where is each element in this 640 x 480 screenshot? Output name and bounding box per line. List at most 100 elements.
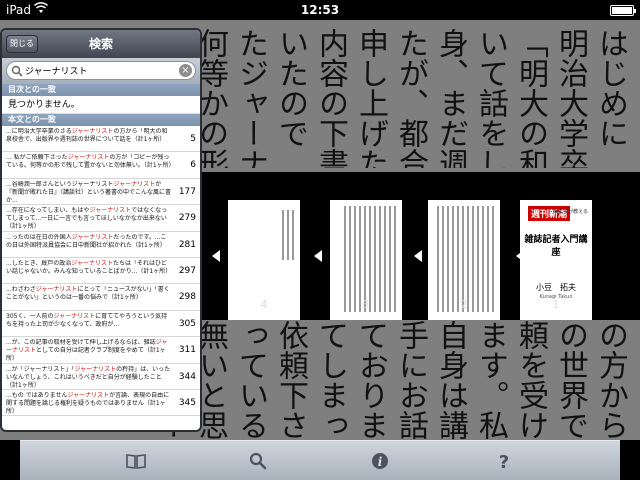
page-text-column: 身、まだ週刊 — [433, 28, 468, 168]
result-page-number: 281 — [178, 239, 196, 250]
thumbnail-text-line — [467, 206, 469, 312]
chevron-left-icon — [414, 250, 422, 262]
snippet-text: ...したとき、厩戸の政治 — [6, 259, 72, 267]
search-result-row[interactable]: ...ったのは在日の外国人ジャーナリストだったのです。...この日は外国特派員協… — [2, 232, 200, 258]
page-text-column: たジャーナリ — [233, 28, 268, 168]
search-result-row[interactable]: 305く、一人前のジャーナリストに育ててやろうという気持ちを持った上司が少なくな… — [2, 311, 200, 338]
page-text-column: ております — [353, 320, 388, 440]
clear-icon[interactable]: × — [179, 64, 192, 77]
search-result-row[interactable]: ...に明治大学卒業のさるジャーナリストの方から「明大の和泉校舎で、出版界や週刊… — [2, 126, 200, 153]
result-page-number: 177 — [178, 186, 196, 197]
thumbnail-text-line — [452, 206, 454, 312]
thumbnail-text-line — [287, 210, 289, 260]
thumbnail-text-line — [477, 206, 479, 312]
result-page-number: 345 — [178, 397, 196, 408]
page-text-column: いて話をして — [473, 28, 508, 168]
help-button[interactable]: ? — [492, 449, 516, 473]
search-button[interactable] — [246, 449, 270, 473]
page-text-column: 明治大学卒 — [553, 28, 588, 168]
search-field[interactable]: × — [6, 61, 196, 80]
thumbnail-text-line — [282, 210, 284, 260]
cover-author: 小豆 拓夫 — [536, 283, 576, 292]
thumbnail-text-line — [359, 206, 361, 312]
search-result-row[interactable]: ...谷崎潤一郎さんというジャーナリストジャーナリストが『新聞が敗れた日』（講談… — [2, 179, 200, 206]
snippet-text: ...谷崎潤一郎さんというジャーナリスト — [6, 180, 114, 188]
snippet-highlight: ジャーナリスト — [53, 312, 96, 320]
page-text-column: いたので — [273, 28, 308, 148]
search-icon — [11, 65, 23, 77]
table-of-contents-button[interactable] — [124, 449, 148, 473]
thumbnail-text-line — [487, 206, 489, 312]
search-result-row[interactable]: ...もの ではありませんジャーナリストが言論、表現の自由に関する問題を論じる権… — [2, 390, 200, 417]
page-text-column: 申し上げた様 — [353, 28, 388, 168]
thumbnail-text-line — [374, 206, 376, 312]
result-snippet: 305く、一人前のジャーナリストに育ててやろうという気持ちを持った上司が少なくな… — [6, 313, 172, 336]
search-bar: × — [2, 58, 200, 84]
result-snippet: ...存在になってしまい、もはやジャーナリストではなくなってしまって...一日に… — [6, 207, 172, 230]
thumbnail-text-line — [384, 206, 386, 312]
result-snippet: ...が、この記事の取材を受けて伸し上げるならば、雑誌ジャーナリストとしての自分… — [6, 339, 172, 362]
info-icon: i — [372, 453, 388, 469]
search-input[interactable] — [25, 62, 175, 79]
snippet-highlight: ジャーナリスト — [71, 259, 114, 267]
search-result-row[interactable]: ... 私がご依頼下さったジャーナリストの方が「コピーが残っている。何等かの形で… — [2, 152, 200, 179]
snippet-text: ...に明治大学卒業のさる — [6, 128, 72, 135]
result-page-number: 297 — [178, 265, 196, 276]
snippet-highlight: ジャーナリスト — [71, 233, 114, 241]
thumbnail-text-line — [437, 206, 439, 312]
clock: 12:53 — [300, 3, 340, 17]
result-page-number: 6 — [190, 160, 196, 171]
thumbnail-text-line — [389, 206, 391, 312]
snippet-highlight: ジャーナリスト — [113, 180, 156, 188]
thumbnail-number: 3 — [362, 298, 370, 311]
snippet-highlight: ジャーナリスト — [67, 154, 110, 162]
toc-match-header: 目次との一致 — [2, 84, 200, 96]
page-text-column: 手にお話を — [393, 320, 428, 440]
page-text-column: ます。私自 — [473, 320, 508, 440]
bottom-toolbar: i ? — [20, 440, 620, 480]
thumbnail-text-line — [344, 206, 346, 312]
search-result-row[interactable]: ...存在になってしまい、もはやジャーナリストではなくなってしまって...一日に… — [2, 205, 200, 232]
thumbnail-text-line — [364, 206, 366, 312]
snippet-highlight: ジャーナリスト — [89, 207, 132, 215]
result-page-number: 344 — [178, 371, 196, 382]
snippet-text: ...が「ジャーナリスト」「 — [6, 365, 75, 373]
result-snippet: ...が「ジャーナリスト」「ジャーナリストの矜持」は、いったいなんでしょう、これ… — [6, 366, 172, 389]
search-result-row[interactable]: ...したとき、厩戸の政治ジャーナリストたちは「それはひどい話じゃないか。みんな… — [2, 258, 200, 285]
popover-header: 閉じる 検索 — [2, 30, 200, 58]
page-text-column: 「明大の和泉校 — [513, 28, 548, 168]
thumbnail-text-line — [457, 206, 459, 312]
snippet-highlight: ジャーナリスト — [74, 365, 117, 373]
thumbnail-text-line — [394, 206, 396, 312]
info-button[interactable]: i — [368, 449, 392, 473]
svg-text:i: i — [378, 455, 383, 469]
result-page-number: 298 — [178, 292, 196, 303]
snippet-text: ...ったのは在日の外国人 — [6, 233, 72, 241]
page-text-column: てしまって — [313, 320, 348, 440]
chevron-left-icon — [314, 250, 322, 262]
search-result-row[interactable]: ...わざわざジャーナリストにとって「ニュースがない」「書くことがない」というの… — [2, 284, 200, 311]
result-page-number: 305 — [178, 318, 196, 329]
search-result-row[interactable]: ...が「ジャーナリスト」「ジャーナリストの矜持」は、いったいなんでしょう、これ… — [2, 364, 200, 390]
thumbnail-text-line — [379, 206, 381, 312]
cover-subtitle: 編集長が教える — [553, 209, 588, 215]
thumbnail-text-line — [369, 206, 371, 312]
thumbnail-text-line — [349, 206, 351, 312]
snippet-text: ...もの ではありません — [6, 391, 68, 399]
page-text-column: の世界で — [553, 320, 588, 440]
snippet-highlight: ジャーナリスト — [67, 391, 110, 399]
page-text-column: っている。 — [233, 320, 268, 440]
snippet-text: ...存在になってしまい、もはや — [6, 207, 90, 215]
result-page-number: 279 — [178, 213, 196, 224]
result-snippet: ...したとき、厩戸の政治ジャーナリストたちは「それはひどい話じゃないか。みんな… — [6, 260, 172, 283]
status-bar: iPad 12:53 — [0, 0, 640, 20]
book-icon — [126, 454, 146, 469]
snippet-text: ... 私がご依頼下さった — [6, 154, 68, 162]
search-result-row[interactable]: ...が、この記事の取材を受けて伸し上げるならば、雑誌ジャーナリストとしての自分… — [2, 337, 200, 364]
result-snippet: ...谷崎潤一郎さんというジャーナリストジャーナリストが『新聞が敗れた日』（講談… — [6, 181, 172, 204]
body-match-header: 本文との一致 — [2, 114, 200, 126]
cover-title: 雑誌記者入門講座 — [524, 235, 588, 258]
battery-icon — [610, 5, 636, 16]
thumbnail-number: 2 — [460, 298, 468, 311]
thumbnail-text-line — [354, 206, 356, 312]
